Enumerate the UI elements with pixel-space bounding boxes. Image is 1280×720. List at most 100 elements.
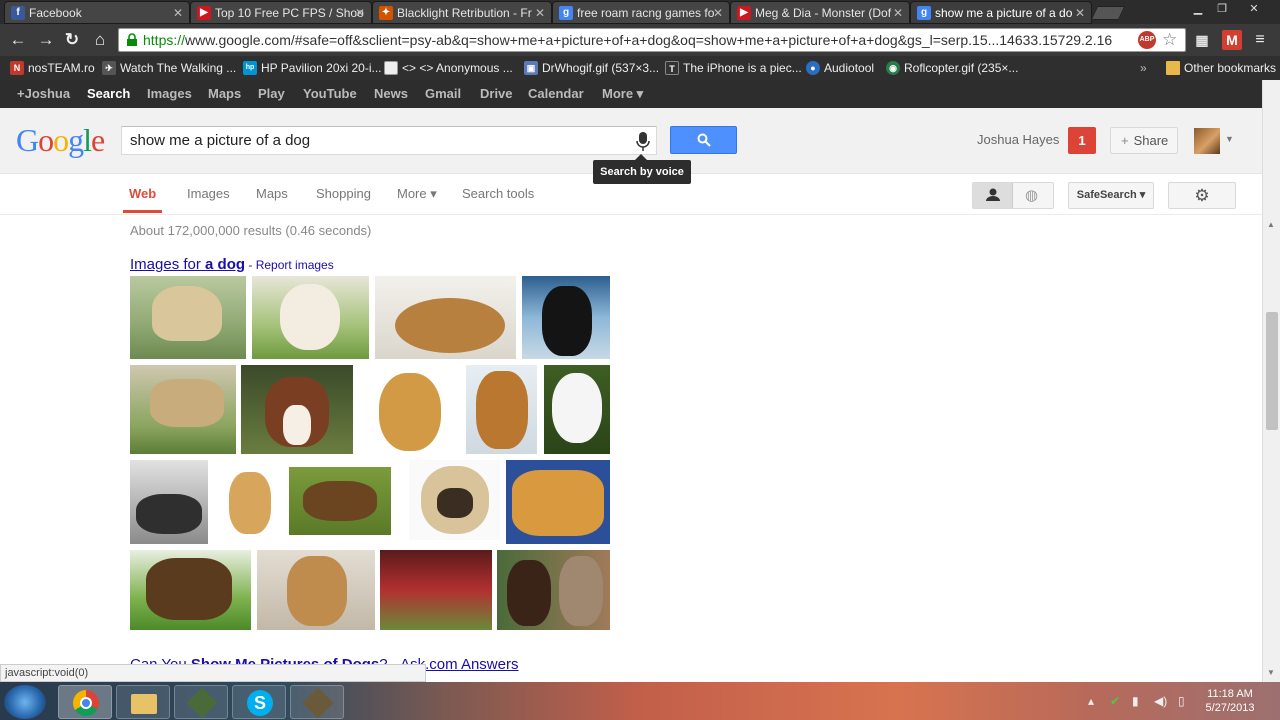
chevron-down-icon[interactable]: ▼ [1225,134,1234,144]
globe-icon[interactable]: ◍ [1025,186,1038,204]
gbar-search[interactable]: Search [87,80,130,108]
dog-thumbnail[interactable] [130,460,208,544]
tab-more[interactable]: More ▾ [397,175,437,213]
gear-icon[interactable]: ⚙ [1168,182,1236,209]
gmail-icon[interactable]: M [1222,30,1242,50]
extension-icon[interactable]: ▦ [1192,30,1212,50]
address-bar[interactable]: https://www.google.com/#safe=off&sclient… [118,28,1186,52]
dog-thumbnail[interactable] [217,460,285,544]
security-icon[interactable]: ✔ [1110,694,1120,708]
close-icon[interactable]: ✕ [535,2,545,23]
gbar-plus-joshua[interactable]: +Joshua [17,80,70,108]
google-logo[interactable]: Google [16,122,105,159]
tab-youtube-fps[interactable]: ▶ Top 10 Free PC FPS / Shoo ✕ [190,1,372,24]
back-icon[interactable]: ← [8,30,28,50]
tab-active-dog-search[interactable]: g show me a picture of a do ✕ [910,1,1092,24]
dog-thumbnail[interactable] [130,365,236,454]
bookmarks-overflow[interactable]: » [1140,56,1147,80]
new-tab-button[interactable] [1090,6,1126,20]
gbar-youtube[interactable]: YouTube [303,80,357,108]
bookmark-anonymous[interactable]: <> <> Anonymous ... [384,56,513,80]
dog-thumbnail[interactable] [522,276,610,359]
user-name[interactable]: Joshua Hayes [977,132,1059,147]
gbar-maps[interactable]: Maps [208,80,241,108]
dog-thumbnail[interactable] [466,365,537,454]
home-icon[interactable]: ⌂ [90,30,110,50]
vertical-scrollbar[interactable]: ▲ ▼ [1262,80,1280,682]
start-button[interactable] [4,685,46,719]
bookmark-nosteam[interactable]: NnosTEAM.ro [10,56,95,80]
restore-icon[interactable]: ❐ [1210,0,1234,18]
avatar[interactable] [1194,128,1220,154]
dog-thumbnail[interactable] [130,550,251,630]
close-icon[interactable]: ✕ [1075,2,1085,23]
dog-thumbnail[interactable] [289,467,391,535]
dog-thumbnail[interactable] [497,550,610,630]
bookmark-drwho-gif[interactable]: ▣ DrWhogif.gif (537×3... [524,56,659,80]
app-taskbar-icon[interactable] [174,685,228,719]
volume-icon[interactable]: ◀) [1154,694,1167,708]
window-close-icon[interactable]: ✕ [1234,0,1274,18]
network-icon[interactable]: ▮ [1132,694,1139,708]
gbar-play[interactable]: Play [258,80,285,108]
notification-count[interactable]: 1 [1068,127,1096,154]
tab-blacklight[interactable]: ✦ Blacklight Retribution - Fr ✕ [372,1,552,24]
taskbar-clock[interactable]: 11:18 AM 5/27/2013 [1200,687,1260,715]
other-bookmarks[interactable]: Other bookmarks [1166,56,1276,80]
microphone-icon[interactable] [636,132,650,152]
safesearch-button[interactable]: SafeSearch ▾ [1068,182,1154,209]
gbar-images[interactable]: Images [147,80,192,108]
tab-images[interactable]: Images [187,175,230,213]
chrome-taskbar-icon[interactable] [58,685,112,719]
minimize-icon[interactable]: ▁ [1186,0,1210,18]
report-images-link[interactable]: - Report images [245,258,333,272]
tab-shopping[interactable]: Shopping [316,175,371,213]
dog-thumbnail[interactable] [241,365,353,454]
search-button[interactable] [670,126,737,154]
gbar-more[interactable]: More ▾ [602,80,643,108]
close-icon[interactable]: ✕ [173,2,183,23]
dog-thumbnail[interactable] [252,276,369,359]
close-icon[interactable]: ✕ [893,2,903,23]
close-icon[interactable]: ✕ [355,2,365,23]
tab-search-tools[interactable]: Search tools [462,175,534,213]
gbar-calendar[interactable]: Calendar [528,80,584,108]
adblock-icon[interactable]: ABP [1138,31,1156,49]
tab-meg-dia[interactable]: ▶ Meg & Dia - Monster (Dof ✕ [730,1,910,24]
scroll-up-icon[interactable]: ▲ [1267,220,1275,229]
close-icon[interactable]: ✕ [713,2,723,23]
bookmark-hp-pavilion[interactable]: hp HP Pavilion 20xi 20-i... [243,56,382,80]
person-icon[interactable] [973,183,1013,208]
reload-icon[interactable]: ↻ [62,30,82,50]
power-icon[interactable]: ▯ [1178,694,1185,708]
bookmark-audiotool[interactable]: ● Audiotool [806,56,874,80]
menu-icon[interactable]: ≡ [1250,30,1270,50]
forward-icon[interactable]: → [36,30,56,50]
search-input[interactable]: show me a picture of a dog [121,126,657,155]
dog-thumbnail[interactable] [506,460,610,544]
dog-thumbnail[interactable] [380,550,492,630]
gbar-drive[interactable]: Drive [480,80,513,108]
dog-thumbnail[interactable] [375,276,516,359]
gbar-news[interactable]: News [374,80,408,108]
bookmark-iphone[interactable]: T The iPhone is a piec... [665,56,802,80]
images-for-link[interactable]: Images for a dog [130,256,245,273]
bookmark-walking-dead[interactable]: ✈ Watch The Walking ... [102,56,236,80]
skype-taskbar-icon[interactable]: S [232,685,286,719]
tab-racing-games[interactable]: g free roam racng games fo ✕ [552,1,730,24]
gbar-gmail[interactable]: Gmail [425,80,461,108]
tab-facebook[interactable]: f Facebook ✕ [4,1,190,24]
dog-thumbnail[interactable] [257,550,375,630]
bookmark-roflcopter[interactable]: ◉ Roflcopter.gif (235×... [886,56,1018,80]
dog-thumbnail[interactable] [130,276,246,359]
bookmark-star-icon[interactable]: ☆ [1162,30,1177,50]
scroll-down-icon[interactable]: ▼ [1267,668,1275,677]
scrollbar-thumb[interactable] [1266,312,1278,430]
share-button[interactable]: + Share [1110,127,1178,154]
explorer-taskbar-icon[interactable] [116,685,170,719]
dog-thumbnail[interactable] [544,365,610,454]
game-taskbar-icon[interactable] [290,685,344,719]
tab-web[interactable]: Web [123,175,163,213]
dog-thumbnail[interactable] [409,460,500,540]
tab-maps[interactable]: Maps [256,175,288,213]
